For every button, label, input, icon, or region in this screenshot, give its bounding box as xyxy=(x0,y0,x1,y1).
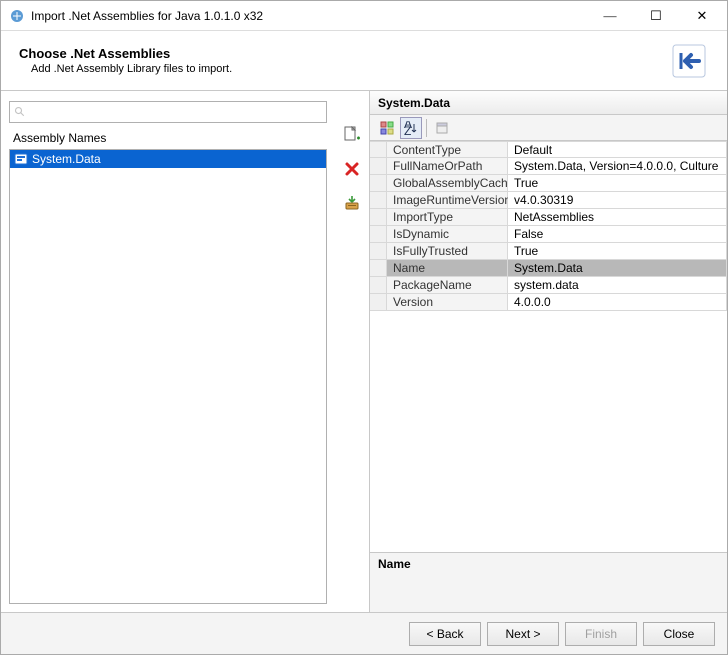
maximize-button[interactable]: ☐ xyxy=(633,2,679,30)
list-item[interactable]: System.Data xyxy=(10,150,326,168)
back-button[interactable]: < Back xyxy=(409,622,481,646)
property-value[interactable]: System.Data, Version=4.0.0.0, Culture xyxy=(508,158,727,175)
close-window-button[interactable]: ✕ xyxy=(679,2,725,30)
property-value[interactable]: System.Data xyxy=(508,260,727,277)
property-name: Name xyxy=(386,260,508,277)
app-icon xyxy=(9,8,25,24)
property-row[interactable]: FullNameOrPathSystem.Data, Version=4.0.0… xyxy=(370,158,727,175)
property-name: IsDynamic xyxy=(386,226,508,243)
close-button[interactable]: Close xyxy=(643,622,715,646)
banner-subtext: Add .Net Assembly Library files to impor… xyxy=(31,63,232,75)
property-row[interactable]: PackageNamesystem.data xyxy=(370,277,727,294)
description-title: Name xyxy=(378,557,719,571)
export-button[interactable] xyxy=(340,191,364,215)
property-name: ImportType xyxy=(386,209,508,226)
import-arrow-icon xyxy=(669,41,709,81)
property-grid-space xyxy=(370,311,727,552)
property-name: ContentType xyxy=(386,141,508,158)
property-pages-icon[interactable] xyxy=(431,117,453,139)
property-row[interactable]: NameSystem.Data xyxy=(370,260,727,277)
property-row[interactable]: ImageRuntimeVersionv4.0.30319 xyxy=(370,192,727,209)
right-panel: System.Data AZ ContentTypeDefaultFullNam… xyxy=(369,91,727,612)
property-row[interactable]: GlobalAssemblyCacheTrue xyxy=(370,175,727,192)
property-name: FullNameOrPath xyxy=(386,158,508,175)
window-title: Import .Net Assemblies for Java 1.0.1.0 … xyxy=(31,9,587,23)
property-row[interactable]: Version4.0.0.0 xyxy=(370,294,727,311)
property-name: Version xyxy=(386,294,508,311)
property-name: IsFullyTrusted xyxy=(386,243,508,260)
property-value[interactable]: Default xyxy=(508,141,727,158)
wizard-footer: < Back Next > Finish Close xyxy=(1,612,727,654)
title-bar: Import .Net Assemblies for Java 1.0.1.0 … xyxy=(1,1,727,31)
next-button[interactable]: Next > xyxy=(487,622,559,646)
property-name: GlobalAssemblyCache xyxy=(386,175,508,192)
middle-toolbar xyxy=(335,91,369,612)
alphabetical-icon[interactable]: AZ xyxy=(400,117,422,139)
property-value[interactable]: False xyxy=(508,226,727,243)
assembly-list[interactable]: System.Data xyxy=(9,149,327,604)
list-item-label: System.Data xyxy=(32,152,101,166)
property-value[interactable]: NetAssemblies xyxy=(508,209,727,226)
assembly-icon xyxy=(14,152,28,166)
minimize-button[interactable]: — xyxy=(587,2,633,30)
finish-button: Finish xyxy=(565,622,637,646)
property-grid[interactable]: ContentTypeDefaultFullNameOrPathSystem.D… xyxy=(370,141,727,311)
property-name: PackageName xyxy=(386,277,508,294)
property-value[interactable]: v4.0.30319 xyxy=(508,192,727,209)
banner-heading: Choose .Net Assemblies xyxy=(19,46,232,61)
assembly-list-label: Assembly Names xyxy=(13,131,325,145)
properties-title: System.Data xyxy=(370,91,727,115)
property-row[interactable]: IsDynamicFalse xyxy=(370,226,727,243)
property-row[interactable]: ContentTypeDefault xyxy=(370,141,727,158)
description-pane: Name xyxy=(370,552,727,612)
categorized-icon[interactable] xyxy=(376,117,398,139)
property-value[interactable]: 4.0.0.0 xyxy=(508,294,727,311)
property-row[interactable]: IsFullyTrustedTrue xyxy=(370,243,727,260)
properties-toolbar: AZ xyxy=(370,115,727,141)
add-file-button[interactable] xyxy=(340,123,364,147)
property-value[interactable]: True xyxy=(508,243,727,260)
property-name: ImageRuntimeVersion xyxy=(386,192,508,209)
search-input[interactable] xyxy=(9,101,327,123)
svg-text:Z: Z xyxy=(404,124,411,135)
left-panel: Assembly Names System.Data xyxy=(1,91,335,612)
property-row[interactable]: ImportTypeNetAssemblies xyxy=(370,209,727,226)
property-value[interactable]: system.data xyxy=(508,277,727,294)
wizard-banner: Choose .Net Assemblies Add .Net Assembly… xyxy=(1,31,727,91)
remove-button[interactable] xyxy=(340,157,364,181)
property-value[interactable]: True xyxy=(508,175,727,192)
toolbar-separator xyxy=(426,119,427,137)
